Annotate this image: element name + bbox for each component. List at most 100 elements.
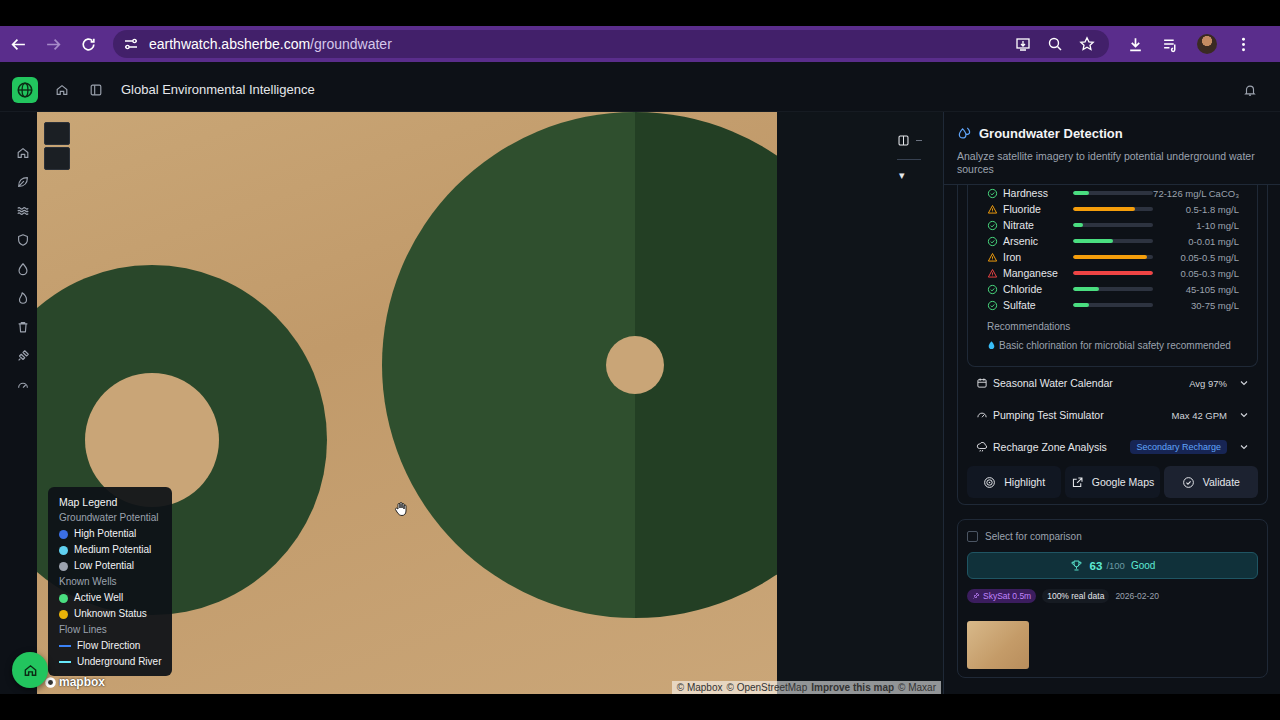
check-circle-icon — [987, 284, 998, 295]
attribution-link[interactable]: Improve this map — [811, 682, 894, 693]
site-settings-icon[interactable] — [123, 36, 139, 52]
home-fab[interactable] — [12, 652, 48, 688]
address-bar[interactable]: earthwatch.absherbe.com/groundwater — [113, 30, 1109, 58]
legend-dot — [59, 546, 68, 555]
expand-chevron[interactable]: ▾ — [899, 170, 905, 181]
legend-item: Low Potential — [59, 558, 162, 574]
bell-icon[interactable] — [1243, 83, 1257, 97]
action-button[interactable]: Google Maps — [1065, 466, 1159, 498]
url-text[interactable]: earthwatch.absherbe.com/groundwater — [149, 36, 392, 52]
quality-bar-fill — [1073, 287, 1099, 291]
quality-row: Fluoride0.5-1.8 mg/L — [987, 201, 1239, 217]
map-side-controls: ▾ — [885, 112, 933, 694]
panel-scroll[interactable]: Hardness 72-126 mg/L CaCO₃ Fluoride0.5-1.8… — [944, 185, 1280, 694]
quality-range: 0.05-0.5 mg/L — [1153, 252, 1239, 263]
quality-row: Iron 0.05-0.5 mg/L — [987, 249, 1239, 265]
panel-description: Analyze satellite imagery to identify po… — [957, 150, 1266, 176]
media-controls-icon[interactable] — [1162, 36, 1179, 53]
trash-nav-icon[interactable] — [16, 320, 30, 334]
action-button[interactable]: Highlight — [967, 466, 1061, 498]
attribution-link[interactable]: © Mapbox — [677, 682, 723, 693]
droplets-icon — [957, 126, 972, 141]
accordion-row[interactable]: Pumping Test SimulatorMax 42 GPM — [967, 399, 1258, 431]
cloud-rain-icon — [976, 441, 988, 453]
recommendations-title: Recommendations — [987, 320, 1239, 334]
legend-title: Map Legend — [59, 494, 162, 510]
quality-row: Arsenic 0-0.01 mg/L — [987, 233, 1239, 249]
legend-item: Underground River — [59, 654, 162, 670]
quality-range: 72-126 mg/L CaCO₃ — [1153, 188, 1239, 199]
forward-arrow-icon[interactable] — [45, 36, 62, 53]
browser-toolbar: earthwatch.absherbe.com/groundwater — [0, 26, 1280, 62]
quality-row: Manganese0.05-0.3 mg/L — [987, 265, 1239, 281]
download-icon[interactable] — [1127, 36, 1144, 53]
satellite-thumbnail[interactable] — [967, 621, 1029, 669]
legend-dot — [59, 562, 68, 571]
home-icon[interactable] — [55, 83, 69, 97]
map-tool-button[interactable] — [44, 147, 70, 170]
check-circle-icon — [987, 188, 998, 199]
quality-name: Manganese — [1003, 267, 1073, 279]
legend-section: Known WellsActive WellUnknown Status — [59, 574, 162, 622]
legend-dot — [59, 610, 68, 619]
quality-bar — [1073, 207, 1153, 211]
shield-nav-icon[interactable] — [16, 233, 30, 247]
zoom-icon[interactable] — [1047, 36, 1063, 52]
accordion-value: Avg 97% — [1189, 378, 1227, 389]
quality-range: 0-0.01 mg/L — [1153, 236, 1239, 247]
legend-section-title: Known Wells — [59, 574, 162, 590]
map-legend: Map LegendGroundwater PotentialHigh Pote… — [48, 487, 172, 676]
groundwater-panel: Groundwater Detection Analyze satellite i… — [943, 112, 1280, 694]
map-tool-button[interactable] — [44, 122, 70, 145]
globe-logo-icon[interactable] — [12, 77, 38, 103]
quality-row: Sulfate30-75 mg/L — [987, 297, 1239, 313]
result-card: Select for comparison63/100Good SkySat 0… — [957, 519, 1268, 678]
accordion-row[interactable]: Seasonal Water Calendar Avg 97% — [967, 367, 1258, 399]
legend-section: Groundwater PotentialHigh PotentialMediu… — [59, 510, 162, 574]
mapbox-logo[interactable]: mapbox — [44, 675, 105, 689]
quality-name: Iron — [1003, 251, 1073, 263]
map-view[interactable]: ▾ Map LegendGroundwater PotentialHigh Pot… — [37, 112, 943, 694]
quality-range: 1-10 mg/L — [1153, 220, 1239, 231]
map-attribution: © Mapbox © OpenStreetMapImprove this map ©… — [672, 681, 941, 694]
legend-section: Flow LinesFlow DirectionUnderground Rive… — [59, 622, 162, 670]
attribution-link[interactable]: © OpenStreetMap — [727, 682, 808, 693]
reload-icon[interactable] — [80, 36, 97, 53]
home-nav-icon[interactable] — [16, 146, 30, 160]
leaf-nav-icon[interactable] — [16, 175, 30, 189]
tag: 100% real data — [1042, 589, 1109, 603]
check-circle-icon — [987, 236, 998, 247]
accordion-label: Pumping Test Simulator — [993, 409, 1104, 421]
legend-item: Unknown Status — [59, 606, 162, 622]
compare-checkbox[interactable] — [967, 531, 978, 542]
warning-triangle-icon — [987, 252, 998, 263]
compare-checkbox-row[interactable]: Select for comparison — [967, 528, 1258, 544]
site-card: Hardness 72-126 mg/L CaCO₃ Fluoride0.5-1.8… — [957, 185, 1268, 505]
fire-nav-icon[interactable] — [16, 291, 30, 305]
back-arrow-icon[interactable] — [10, 36, 27, 53]
browser-menu-icon[interactable] — [1235, 36, 1252, 53]
collapse-dash[interactable] — [916, 140, 922, 141]
app-title: Global Environmental Intelligence — [121, 82, 315, 97]
legend-dot — [59, 530, 68, 539]
gauge-nav-icon[interactable] — [16, 378, 30, 392]
accordion-label: Seasonal Water Calendar — [993, 377, 1113, 389]
sidebar-toggle-icon[interactable] — [89, 83, 103, 97]
accordion-row[interactable]: Recharge Zone AnalysisSecondary Recharge — [967, 431, 1258, 463]
attribution-link[interactable]: © Maxar — [898, 682, 936, 693]
quality-name: Arsenic — [1003, 235, 1073, 247]
bookmark-star-icon[interactable] — [1079, 36, 1095, 52]
home-icon — [23, 663, 38, 678]
install-app-icon[interactable] — [1015, 36, 1031, 52]
quality-row: Nitrate1-10 mg/L — [987, 217, 1239, 233]
drop-nav-icon[interactable] — [16, 262, 30, 276]
profile-avatar-icon[interactable] — [1197, 34, 1217, 54]
irrigation-circle — [382, 112, 777, 618]
action-button[interactable]: Validate — [1164, 466, 1258, 498]
panel-toggle-icon[interactable] — [897, 134, 910, 147]
waves-nav-icon[interactable] — [16, 204, 30, 218]
panel-title: Groundwater Detection — [979, 126, 1123, 141]
sat-nav-icon[interactable] — [16, 349, 30, 363]
quality-name: Hardness — [1003, 187, 1073, 199]
recharge-badge: Secondary Recharge — [1130, 440, 1227, 454]
